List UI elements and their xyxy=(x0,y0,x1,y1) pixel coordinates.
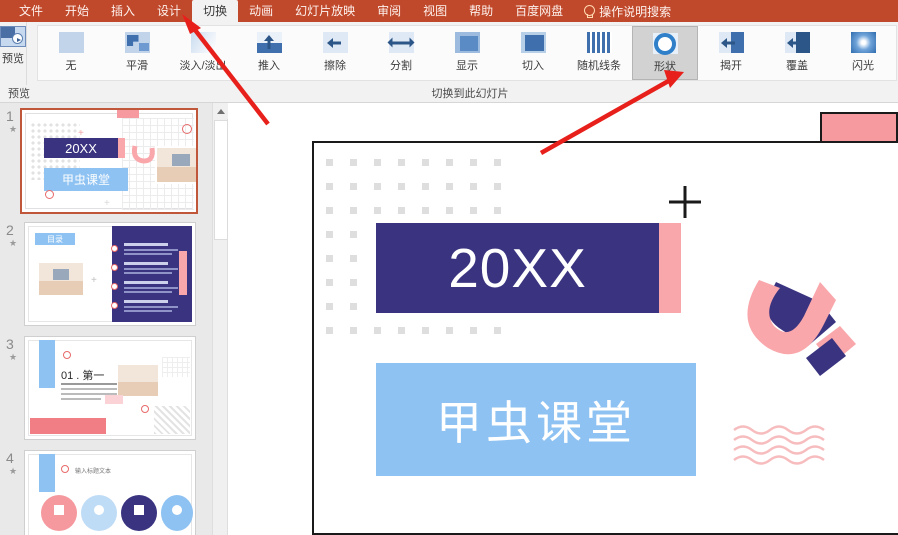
thumbnail-animation-marker-4: ★ xyxy=(9,466,18,476)
thumbnail-preview-3[interactable]: 01 . 第一 xyxy=(24,336,196,440)
preview-play-icon xyxy=(0,26,26,47)
menu-item-transitions[interactable]: 切换 xyxy=(192,0,239,22)
transition-wipe[interactable]: 擦除 xyxy=(302,26,368,80)
transition-morph-label: 平滑 xyxy=(126,60,148,72)
shape-circle-icon xyxy=(652,33,678,54)
transition-random-bars[interactable]: 随机线条 xyxy=(566,26,632,80)
pink-top-tab-decoration xyxy=(820,112,898,144)
transitions-group-caption: 切换到此幻灯片 xyxy=(431,88,509,100)
menu-bar: 文件 开始 插入 设计 切换 动画 幻灯片放映 审阅 视图 帮助 百度网盘 操作… xyxy=(0,0,898,22)
transition-reveal-label: 显示 xyxy=(456,60,478,72)
scrollbar-thumb[interactable] xyxy=(214,120,228,240)
thumbnail-animation-marker-1: ★ xyxy=(9,124,18,134)
transition-push[interactable]: 推入 xyxy=(236,26,302,80)
thumbnail-title-3: 01 . 第一 xyxy=(61,370,105,382)
thumbnail-subtitle-1: 甲虫课堂 xyxy=(44,168,128,191)
scroll-up-arrow-icon[interactable] xyxy=(213,103,229,119)
menu-item-design[interactable]: 设计 xyxy=(146,0,192,22)
transition-reveal[interactable]: 显示 xyxy=(434,26,500,80)
transition-none[interactable]: 无 xyxy=(38,26,104,80)
thumbnail-animation-marker-2: ★ xyxy=(9,238,18,248)
slide-editor-area: 20XX 甲虫课堂 xyxy=(228,103,898,535)
preview-group-caption: 预览 xyxy=(8,88,30,100)
slide-subtitle-box[interactable]: 甲虫课堂 xyxy=(376,363,696,476)
slide-title-box[interactable]: 20XX xyxy=(376,223,659,313)
thumbnail-title-4: 输入标题文本 xyxy=(75,469,112,475)
none-icon xyxy=(58,32,84,53)
thumbnail-preview-4[interactable]: 输入标题文本 xyxy=(24,450,196,535)
wipe-left-icon xyxy=(322,32,348,53)
transition-gallery: 无 平滑 淡入/淡出 推入 擦除 分割 显示 切入 随机线条 形状 揭开 覆盖 … xyxy=(37,25,897,81)
preview-button-label: 预览 xyxy=(2,53,24,65)
cover-icon xyxy=(784,32,810,53)
transition-cut[interactable]: 切入 xyxy=(500,26,566,80)
transition-split[interactable]: 分割 xyxy=(368,26,434,80)
slide-thumbnail-panel[interactable]: 1 ★ 20XX 甲虫课堂 + + 2 ★ 目录 + 3 ★ 01 . 第一 4… xyxy=(0,103,212,535)
cut-icon xyxy=(520,32,546,53)
flash-icon xyxy=(850,32,876,53)
plus-mark-large-icon xyxy=(669,186,701,218)
menu-item-baidu-netdisk[interactable]: 百度网盘 xyxy=(504,0,574,22)
menu-item-help[interactable]: 帮助 xyxy=(458,0,504,22)
menu-item-review[interactable]: 审阅 xyxy=(366,0,412,22)
ribbon-group-captions: 预览 切换到此幻灯片 xyxy=(0,85,898,100)
thumbnail-number-1: 1 xyxy=(6,108,14,124)
slide-title-text: 20XX xyxy=(448,237,587,299)
random-bars-icon xyxy=(586,32,612,53)
menu-item-file[interactable]: 文件 xyxy=(8,0,54,22)
menu-item-view[interactable]: 视图 xyxy=(412,0,458,22)
morph-icon xyxy=(124,32,150,53)
transition-cut-label: 切入 xyxy=(522,60,544,72)
thumbnail-preview-2[interactable]: 目录 + xyxy=(24,222,196,326)
thumbnail-preview-1[interactable]: 20XX 甲虫课堂 + + xyxy=(20,108,198,214)
menu-item-insert[interactable]: 插入 xyxy=(100,0,146,22)
transition-fade-label: 淡入/淡出 xyxy=(179,60,227,72)
transition-flash[interactable]: 闪光 xyxy=(830,26,896,80)
split-icon xyxy=(387,32,415,53)
thumbnail-number-4: 4 xyxy=(6,450,14,466)
thumbnail-number-2: 2 xyxy=(6,222,14,238)
transition-fade[interactable]: 淡入/淡出 xyxy=(170,26,236,80)
transition-cover-label: 覆盖 xyxy=(786,60,808,72)
uncover-icon xyxy=(718,32,744,53)
transition-uncover[interactable]: 揭开 xyxy=(698,26,764,80)
transition-uncover-label: 揭开 xyxy=(720,60,742,72)
thumbnail-animation-marker-3: ★ xyxy=(9,352,18,362)
swirl-glyph-decoration xyxy=(747,280,856,376)
tell-me-search[interactable]: 操作说明搜索 xyxy=(574,0,681,22)
tell-me-label: 操作说明搜索 xyxy=(599,4,672,19)
reveal-icon xyxy=(454,32,480,53)
wavy-lines-decoration xyxy=(733,425,825,465)
transition-none-label: 无 xyxy=(65,60,77,72)
transition-push-label: 推入 xyxy=(258,60,280,72)
thumbnail-panel-scrollbar[interactable] xyxy=(212,103,229,535)
menu-item-home[interactable]: 开始 xyxy=(54,0,100,22)
push-up-icon xyxy=(256,32,282,53)
transition-morph[interactable]: 平滑 xyxy=(104,26,170,80)
preview-button[interactable]: 预览 xyxy=(0,26,26,66)
fade-icon xyxy=(190,32,216,53)
thumbnail-title-2: 目录 xyxy=(35,233,75,245)
ribbon-group-preview: 预览 xyxy=(0,22,27,85)
thumbnail-title-1: 20XX xyxy=(44,138,118,158)
transition-flash-label: 闪光 xyxy=(852,60,874,72)
ribbon-group-transitions: 无 平滑 淡入/淡出 推入 擦除 分割 显示 切入 随机线条 形状 揭开 覆盖 … xyxy=(27,22,898,85)
title-accent-bar xyxy=(659,223,681,313)
menu-item-animations[interactable]: 动画 xyxy=(238,0,284,22)
transition-cover[interactable]: 覆盖 xyxy=(764,26,830,80)
ribbon: 预览 无 平滑 淡入/淡出 推入 擦除 分割 显示 切入 随机线条 形状 揭开 … xyxy=(0,22,898,103)
powerpoint-window: 文件 开始 插入 设计 切换 动画 幻灯片放映 审阅 视图 帮助 百度网盘 操作… xyxy=(0,0,898,535)
transition-random-bars-label: 随机线条 xyxy=(577,60,621,72)
transition-split-label: 分割 xyxy=(390,60,412,72)
slide-subtitle-text: 甲虫课堂 xyxy=(436,396,636,449)
thumbnail-number-3: 3 xyxy=(6,336,14,352)
transition-shape-label: 形状 xyxy=(654,61,676,73)
slide-canvas[interactable]: 20XX 甲虫课堂 xyxy=(312,141,898,535)
transition-wipe-label: 擦除 xyxy=(324,60,346,72)
menu-item-slideshow[interactable]: 幻灯片放映 xyxy=(284,0,366,22)
lightbulb-icon xyxy=(584,4,596,18)
transition-shape[interactable]: 形状 xyxy=(632,26,698,80)
